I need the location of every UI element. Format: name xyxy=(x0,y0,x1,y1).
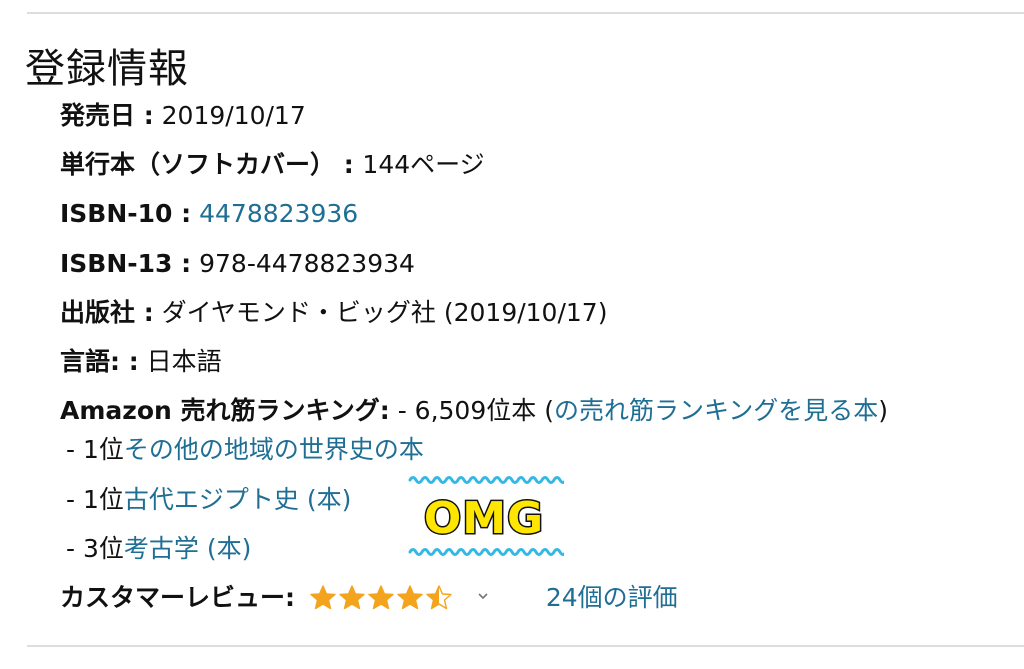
bottom-divider xyxy=(27,645,1024,647)
top-divider xyxy=(27,12,1024,14)
ranking-row: Amazon 売れ筋ランキング: - 6,509位本 (の売れ筋ランキングを見る… xyxy=(60,396,888,426)
customer-reviews-row: カスタマーレビュー: 24個の評価 xyxy=(60,583,678,614)
isbn13-value: 978-4478823934 xyxy=(199,249,415,278)
ranking-sub-item: - 1位古代エジプト史 (本) xyxy=(66,485,351,515)
ranking-label: Amazon 売れ筋ランキング: xyxy=(60,396,390,425)
isbn13-label: ISBN-13 : xyxy=(60,249,192,278)
ranking-sub-rank: - 1位 xyxy=(66,485,124,514)
star-icon xyxy=(397,585,423,610)
section-title: 登録情報 xyxy=(25,46,189,92)
format-value: 144ページ xyxy=(362,150,485,179)
ranking-sub-category-link[interactable]: 考古学 (本) xyxy=(124,534,251,563)
customer-reviews-label: カスタマーレビュー: xyxy=(60,583,295,612)
ranking-sub-category-link[interactable]: 古代エジプト史 (本) xyxy=(124,485,351,514)
publisher-value: ダイヤモンド・ビッグ社 (2019/10/17) xyxy=(161,298,608,327)
language-row: 言語: : 日本語 xyxy=(60,347,222,377)
star-rating[interactable] xyxy=(309,582,454,612)
ranking-sub-rank: - 3位 xyxy=(66,534,124,563)
format-separator: : xyxy=(335,150,363,179)
ranking-sub-category-link[interactable]: その他の地域の世界史の本 xyxy=(124,435,424,464)
format-row: 単行本（ソフトカバー） : 144ページ xyxy=(60,150,485,180)
ranking-sub-item: - 3位考古学 (本) xyxy=(66,534,251,564)
isbn13-row: ISBN-13 : 978-4478823934 xyxy=(60,249,415,279)
release-date-label: 発売日 : xyxy=(60,101,154,130)
ranking-paren-open: ( xyxy=(544,396,554,425)
isbn10-row: ISBN-10 : 4478823936 xyxy=(60,199,358,229)
language-value: 日本語 xyxy=(146,347,222,376)
star-icon xyxy=(339,585,365,610)
star-icon xyxy=(368,585,394,610)
publisher-row: 出版社 : ダイヤモンド・ビッグ社 (2019/10/17) xyxy=(60,298,607,328)
star-icon xyxy=(310,585,336,610)
ranking-see-more-link[interactable]: の売れ筋ランキングを見る本 xyxy=(554,396,878,425)
ranking-value: - 6,509位本 xyxy=(397,396,537,425)
language-label: 言語: : xyxy=(60,347,139,376)
publisher-label: 出版社 : xyxy=(60,298,154,327)
ranking-sub-rank: - 1位 xyxy=(66,435,124,464)
ranking-paren-close: ) xyxy=(878,396,888,425)
chevron-down-icon[interactable] xyxy=(476,589,490,603)
isbn10-link[interactable]: 4478823936 xyxy=(199,199,358,228)
omg-sticker-text: OMG xyxy=(424,493,544,544)
release-date-row: 発売日 : 2019/10/17 xyxy=(60,101,306,131)
format-label: 単行本（ソフトカバー） xyxy=(60,150,336,179)
release-date-value: 2019/10/17 xyxy=(161,101,306,130)
star-icon xyxy=(426,585,452,610)
omg-sticker: OMG xyxy=(408,476,564,556)
isbn10-label: ISBN-10 : xyxy=(60,199,192,228)
review-count-link[interactable]: 24個の評価 xyxy=(546,583,678,612)
ranking-sub-item: - 1位その他の地域の世界史の本 xyxy=(66,435,424,465)
